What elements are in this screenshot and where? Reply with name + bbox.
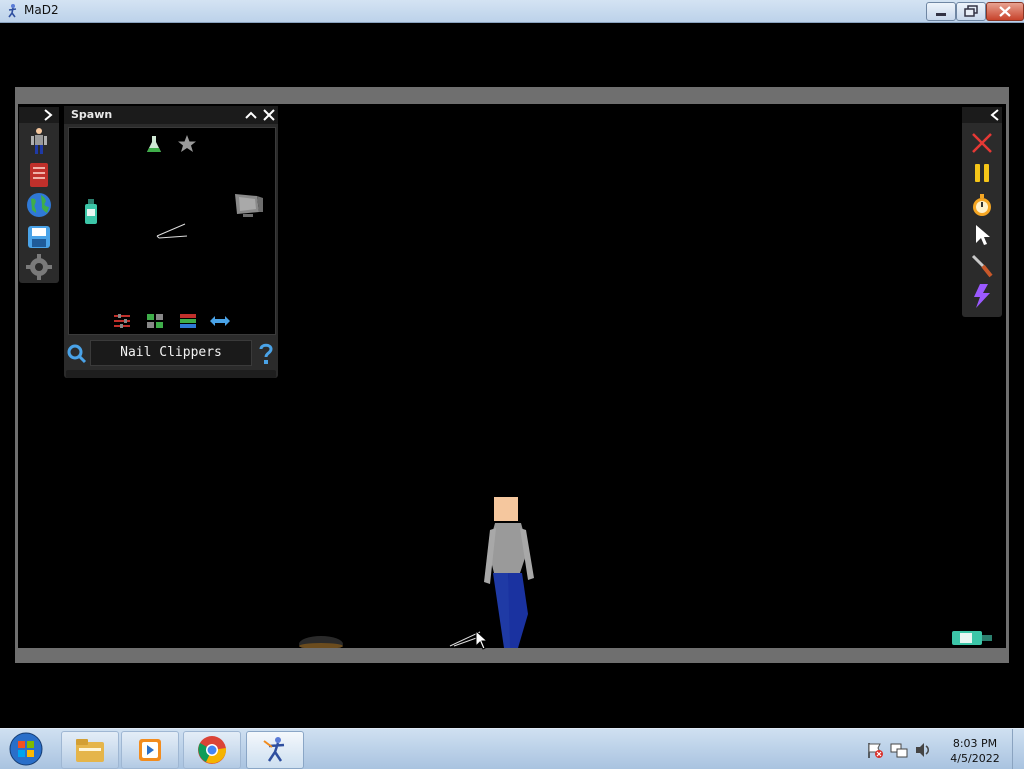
chevron-right-icon[interactable] <box>41 109 55 121</box>
close-window-button[interactable] <box>986 2 1024 21</box>
pointer-icon[interactable] <box>972 223 994 247</box>
maximize-button[interactable] <box>956 2 986 21</box>
network-icon[interactable] <box>890 741 908 759</box>
file-explorer-icon <box>76 739 104 762</box>
windows-taskbar: 8:03 PM 4/5/2022 <box>0 728 1024 769</box>
volume-icon[interactable] <box>914 741 932 759</box>
star-icon[interactable] <box>177 134 197 154</box>
taskbar-file-explorer[interactable] <box>61 731 119 769</box>
right-toolbar <box>962 107 1002 317</box>
right-toolbar-header <box>962 107 1002 123</box>
help-icon[interactable] <box>258 343 274 365</box>
gear-icon[interactable] <box>25 253 53 281</box>
minimize-icon <box>936 13 946 16</box>
system-tray: 8:03 PM 4/5/2022 <box>862 731 1022 767</box>
chevron-up-icon[interactable] <box>244 109 258 122</box>
landmine-object[interactable] <box>296 630 346 648</box>
taskbar-chrome[interactable] <box>183 731 241 769</box>
media-player-icon <box>139 739 161 761</box>
action-center-flag-icon[interactable] <box>866 741 884 759</box>
stopwatch-icon[interactable] <box>970 193 994 217</box>
spawn-panel-header[interactable]: Spawn <box>64 106 278 124</box>
close-icon <box>999 6 1011 17</box>
save-icon[interactable] <box>25 223 53 251</box>
maximize-icon <box>964 5 978 17</box>
mad2-app-icon <box>263 737 285 762</box>
selected-item-name: Nail Clippers <box>120 345 222 360</box>
book-icon[interactable] <box>25 161 53 189</box>
nail-clippers-item[interactable] <box>155 220 191 242</box>
show-desktop-button[interactable] <box>1012 729 1024 769</box>
left-toolbar <box>19 107 59 283</box>
spawn-panel-title: Spawn <box>71 108 113 121</box>
pause-icon[interactable] <box>970 161 994 185</box>
windows-start-icon[interactable] <box>6 731 46 767</box>
spawn-panel-footer <box>66 370 276 378</box>
clock-date: 4/5/2022 <box>950 752 1000 765</box>
humanoid-icon[interactable] <box>25 127 53 155</box>
window-title: MaD2 <box>24 3 59 17</box>
lightning-icon[interactable] <box>970 283 994 309</box>
swap-arrows-icon[interactable] <box>209 315 231 327</box>
spawn-item-grid <box>68 127 276 335</box>
search-icon[interactable] <box>67 344 87 364</box>
chevron-left-icon[interactable] <box>988 109 1002 121</box>
bottle-item[interactable] <box>83 198 99 226</box>
window-titlebar: MaD2 <box>0 0 1024 23</box>
left-toolbar-header <box>19 107 59 123</box>
close-icon[interactable] <box>262 109 276 122</box>
bottle-object[interactable] <box>950 628 996 648</box>
mad2-figure-icon <box>8 4 17 18</box>
system-clock[interactable]: 8:03 PM 4/5/2022 <box>940 736 1010 766</box>
layers-icon[interactable] <box>179 313 197 329</box>
minimize-button[interactable] <box>926 2 956 21</box>
taskbar-mad2[interactable] <box>246 731 304 769</box>
chrome-icon <box>198 736 227 764</box>
grid-icon[interactable] <box>146 313 164 329</box>
sliders-icon[interactable] <box>113 313 131 329</box>
flask-icon[interactable] <box>145 134 163 154</box>
taskbar-media-player[interactable] <box>121 731 179 769</box>
spawn-panel: Spawn Nail Clippers <box>64 106 278 378</box>
monitor-item[interactable] <box>231 192 265 220</box>
clock-time: 8:03 PM <box>952 737 998 750</box>
knife-icon[interactable] <box>970 253 994 279</box>
selected-item-name-field[interactable]: Nail Clippers <box>90 340 252 366</box>
globe-icon[interactable] <box>25 191 53 219</box>
mouse-cursor-icon <box>475 630 489 650</box>
clear-icon[interactable] <box>970 131 994 155</box>
